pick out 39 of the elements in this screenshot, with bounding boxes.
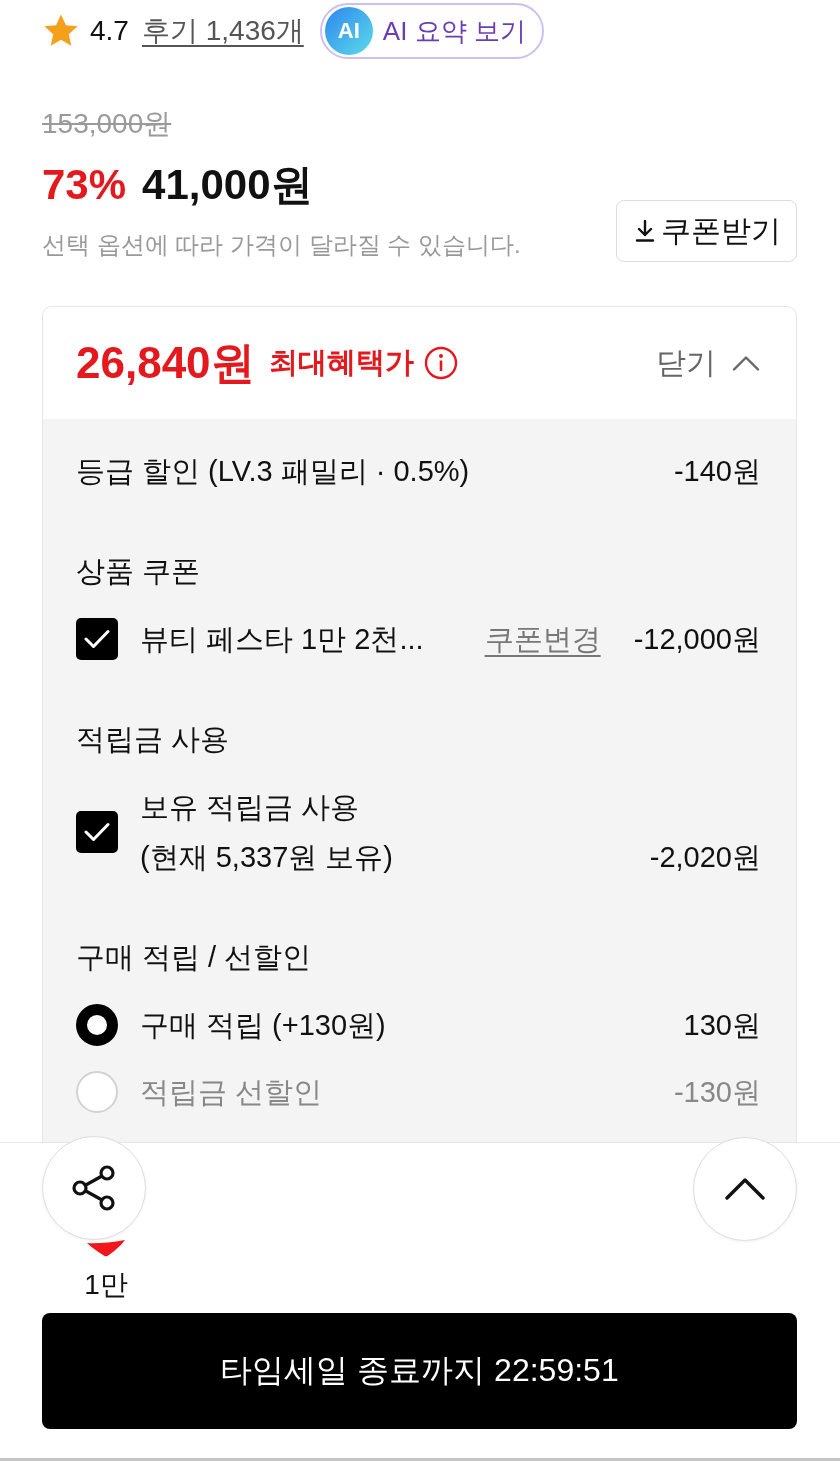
option-amount: -130원 bbox=[673, 1075, 761, 1110]
checkbox[interactable] bbox=[76, 811, 118, 853]
checkmark-icon bbox=[84, 822, 110, 842]
option-label: 적립금 선할인 bbox=[140, 1075, 323, 1110]
ai-summary-button[interactable]: AI AI 요약 보기 bbox=[319, 3, 544, 59]
reviews-link[interactable]: 후기 1,436개 bbox=[141, 12, 304, 50]
original-price: 153,000원 bbox=[42, 107, 172, 141]
timesale-button[interactable]: 타임세일 종료까지 22:59:51 bbox=[42, 1313, 797, 1429]
option-sublabel: (현재 5,337원 보유) bbox=[140, 840, 393, 875]
section-heading: 상품 쿠폰 bbox=[76, 554, 202, 589]
change-coupon-link[interactable]: 쿠폰변경 bbox=[484, 614, 601, 664]
discount-label: 등급 할인 (LV.3 패밀리 · 0.5%) bbox=[76, 454, 470, 489]
option-amount: 130원 bbox=[683, 1008, 761, 1043]
option-label: 뷰티 페스타 1만 2천... bbox=[140, 622, 424, 657]
rating-score: 4.7 bbox=[90, 15, 129, 47]
section-heading: 구매 적립 / 선할인 bbox=[76, 940, 313, 975]
info-icon[interactable] bbox=[423, 346, 458, 380]
option-label: 보유 적립금 사용 bbox=[140, 790, 361, 825]
sale-price: 41,000원 bbox=[142, 160, 313, 210]
option-label: 구매 적립 (+130원) bbox=[140, 1008, 386, 1043]
collapse-toggle[interactable]: 닫기 bbox=[656, 342, 760, 384]
max-benefit-label: 최대혜택가 bbox=[268, 345, 414, 380]
like-count: 1만 bbox=[84, 1268, 128, 1302]
option-amount: -2,020원 bbox=[649, 840, 761, 875]
download-icon bbox=[635, 220, 655, 242]
coupon-download-button[interactable]: 쿠폰받기 bbox=[616, 200, 797, 262]
section-heading: 적립금 사용 bbox=[76, 722, 231, 757]
heart-icon[interactable] bbox=[86, 1240, 126, 1257]
checkmark-icon bbox=[84, 629, 110, 649]
max-benefit-price: 26,840원 bbox=[76, 336, 255, 389]
discount-rate: 73% bbox=[42, 160, 127, 210]
discount-amount: -140원 bbox=[673, 454, 761, 489]
checkbox[interactable] bbox=[76, 618, 118, 660]
option-amount: -12,000원 bbox=[633, 622, 761, 657]
ai-badge: AI bbox=[324, 7, 373, 55]
share-icon bbox=[71, 1165, 117, 1211]
radio-button[interactable] bbox=[76, 1004, 118, 1046]
chevron-up-icon bbox=[725, 1177, 765, 1201]
price-notice: 선택 옵션에 따라 가격이 달라질 수 있습니다. bbox=[42, 230, 521, 260]
